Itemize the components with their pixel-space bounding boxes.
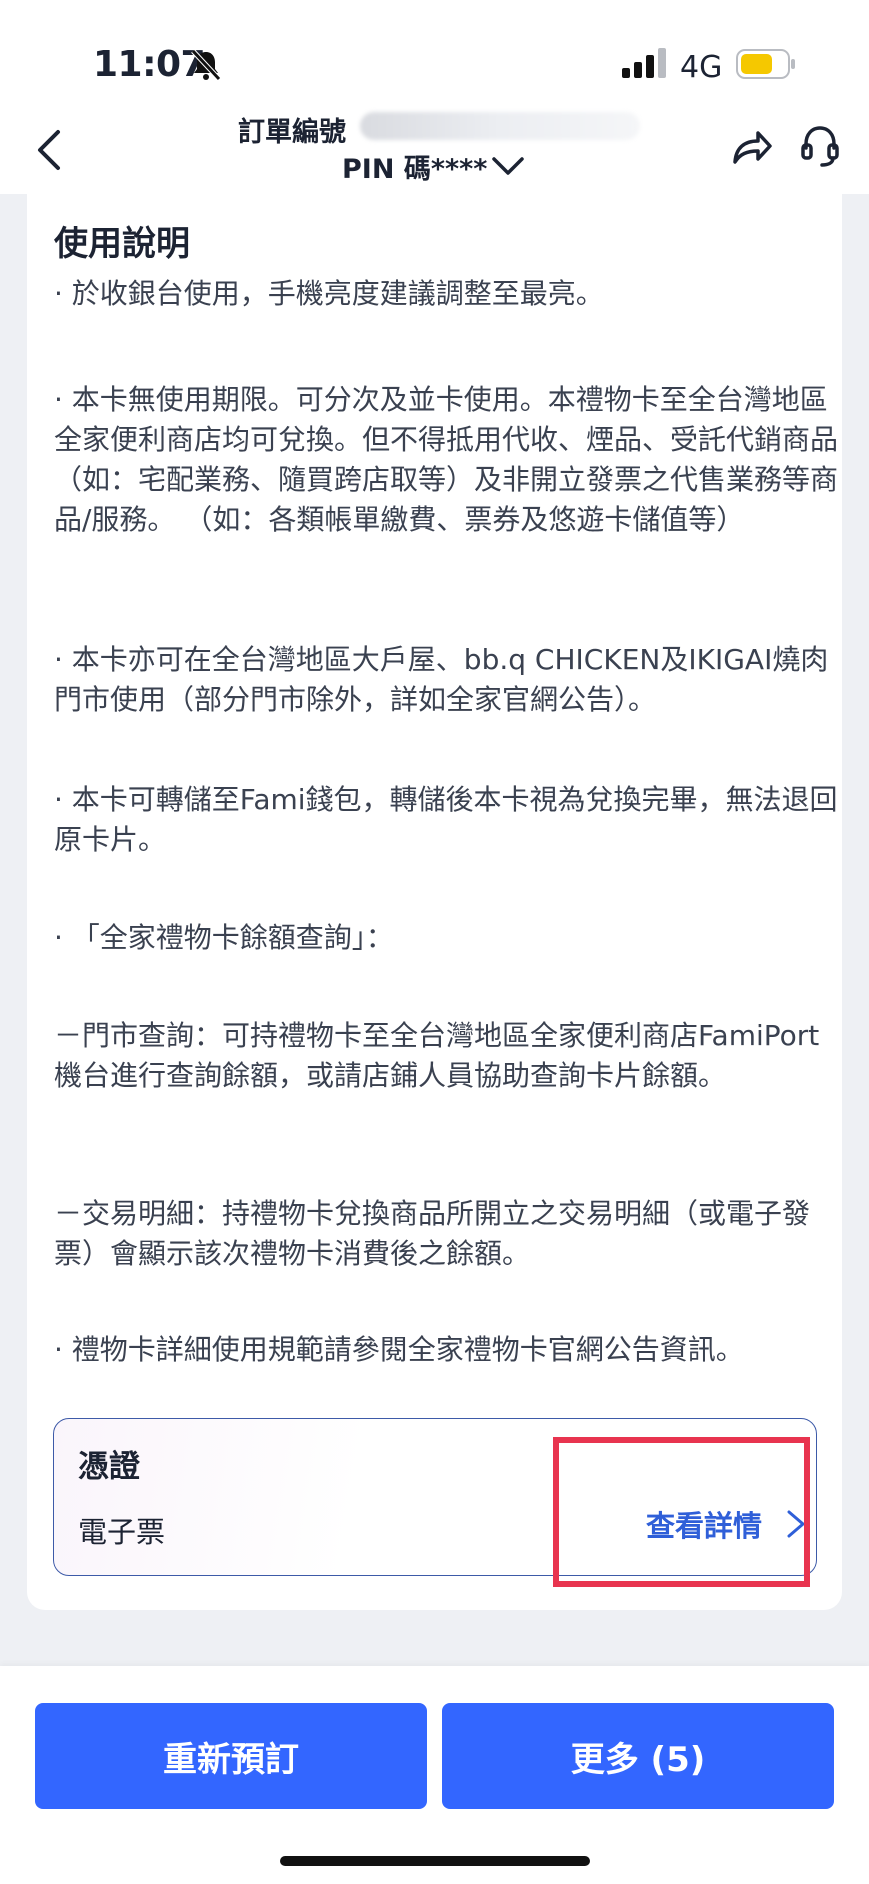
battery-icon xyxy=(736,49,795,79)
more-button[interactable]: 更多 (5) xyxy=(442,1703,834,1809)
voucher-type: 電子票 xyxy=(78,1515,166,1549)
instruction-paragraph: · 本卡無使用期限。可分次及並卡使用。本禮物卡至全台灣地區全家便利商店均可兌換。… xyxy=(54,383,839,536)
signal-icon xyxy=(622,48,666,78)
chevron-down-icon xyxy=(492,157,525,175)
back-arrow-icon[interactable] xyxy=(34,128,64,172)
nav-header: 訂單編號 PIN 碼**** xyxy=(0,110,869,194)
instructions-card: 使用說明 · 於收銀台使用，手機亮度建議調整至最亮。 · 本卡無使用期限。可分次… xyxy=(27,194,842,1610)
status-time: 11:07 xyxy=(93,44,206,85)
instruction-paragraph: －交易明細：持禮物卡兌換商品所開立之交易明細（或電子發票）會顯示該次禮物卡消費後… xyxy=(54,1197,811,1270)
order-number-masked xyxy=(360,112,640,140)
instruction-paragraph: · 於收銀台使用，手機亮度建議調整至最亮。 xyxy=(54,277,604,310)
pin-label: PIN 碼**** xyxy=(342,153,488,185)
instruction-paragraph: · 禮物卡詳細使用規範請參閱全家禮物卡官網公告資訊。 xyxy=(54,1333,744,1366)
network-label: 4G xyxy=(680,50,723,85)
bell-slash-icon xyxy=(191,49,221,81)
voucher-title: 憑證 xyxy=(78,1449,140,1485)
instruction-paragraph: · 本卡可轉儲至Fami錢包，轉儲後本卡視為兌換完畢，無法退回原卡片。 xyxy=(54,783,838,856)
home-indicator[interactable] xyxy=(280,1856,590,1866)
order-number-label: 訂單編號 xyxy=(238,117,346,148)
headset-icon[interactable] xyxy=(800,124,840,168)
status-bar: 11:07 4G xyxy=(0,0,869,110)
share-icon[interactable] xyxy=(730,126,774,166)
instruction-paragraph: －門市查詢：可持禮物卡至全台灣地區全家便利商店FamiPort機台進行查詢餘額，… xyxy=(54,1019,820,1092)
instruction-paragraph: · 「全家禮物卡餘額查詢」： xyxy=(54,921,394,954)
rebook-button[interactable]: 重新預訂 xyxy=(35,1703,427,1809)
pin-toggle[interactable]: PIN 碼**** xyxy=(342,148,525,185)
instructions-title: 使用說明 xyxy=(54,224,190,264)
bottom-action-bar: 重新預訂 更多 (5) xyxy=(0,1666,869,1884)
highlight-box xyxy=(553,1437,810,1587)
instruction-paragraph: · 本卡亦可在全台灣地區大戶屋、bb.q CHICKEN及IKIGAI燒肉門市使… xyxy=(54,643,829,716)
